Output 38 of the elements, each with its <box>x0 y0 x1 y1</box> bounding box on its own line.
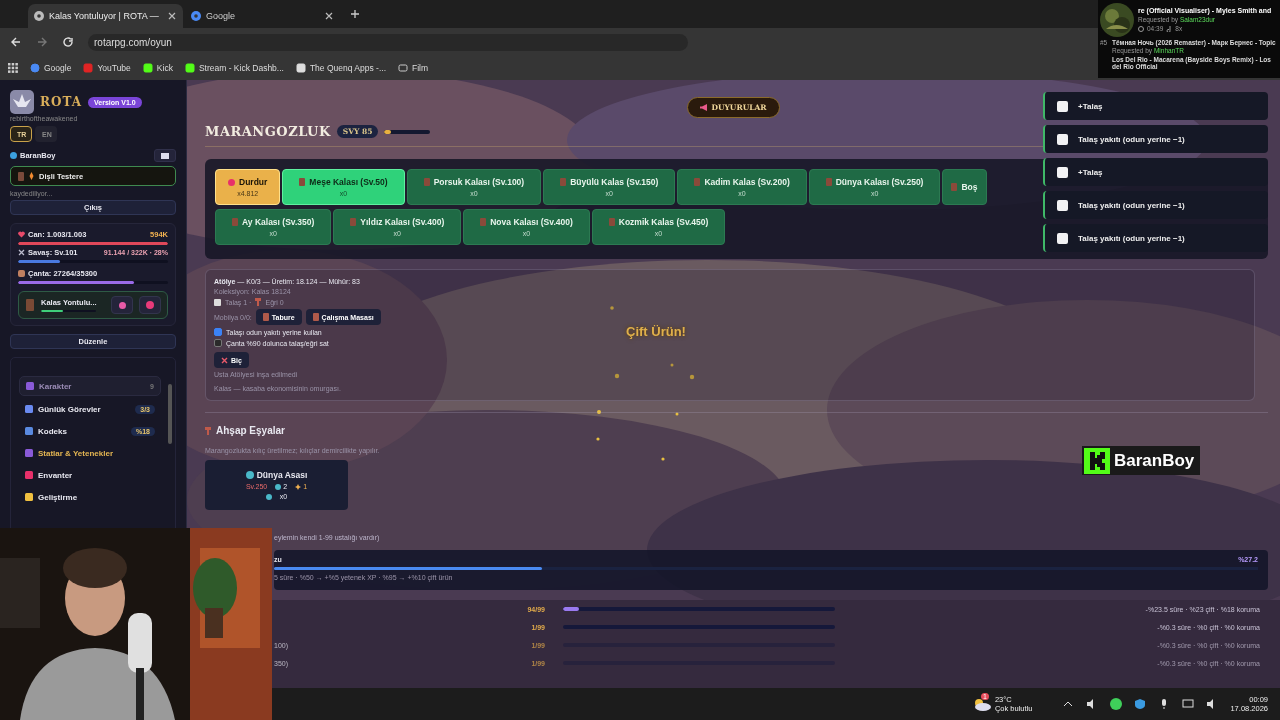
mail-icon <box>161 152 169 159</box>
note-icon <box>1166 25 1173 32</box>
close-icon[interactable] <box>324 11 334 21</box>
apps-grid-icon[interactable] <box>8 63 18 73</box>
bookmark[interactable]: YouTube <box>83 63 131 73</box>
back-icon[interactable] <box>10 36 22 48</box>
scrollbar[interactable] <box>168 384 172 444</box>
browser-tab[interactable]: Kalas Yontuluyor | ROTA — <box>28 4 183 28</box>
status-dot-icon[interactable] <box>1110 698 1123 710</box>
menu-item[interactable]: Statlar & Yetenekler <box>19 444 161 462</box>
browser-tab[interactable]: Google <box>185 4 340 28</box>
log-icon <box>25 298 35 312</box>
crossed-swords-icon <box>18 249 25 256</box>
bookmark[interactable]: Stream - Kick Dashb... <box>184 63 284 73</box>
reload-icon[interactable] <box>62 36 74 48</box>
forward-icon[interactable] <box>36 36 48 48</box>
clock-icon <box>1138 25 1144 32</box>
cloud-icon <box>972 697 991 711</box>
gender-button[interactable] <box>111 296 133 314</box>
mail-button[interactable] <box>154 149 176 162</box>
menu-item[interactable]: Envanter <box>19 466 161 484</box>
log-icon <box>18 171 24 181</box>
circle-icon <box>118 301 126 309</box>
monitor-icon[interactable] <box>1182 698 1195 710</box>
close-icon[interactable] <box>167 11 177 21</box>
stop-button[interactable] <box>139 296 161 314</box>
bookmark[interactable]: Kick <box>142 63 173 73</box>
shield-icon[interactable] <box>1134 698 1147 710</box>
bookmark[interactable]: Google <box>30 63 72 73</box>
bookmark[interactable]: Film <box>398 63 429 73</box>
bookmark[interactable]: The Quenq Apps -... <box>295 63 386 73</box>
address-bar[interactable]: rotarpg.com/oyun <box>88 33 688 51</box>
app-logo: ROTA <box>40 95 82 109</box>
logo-icon <box>10 90 34 114</box>
new-tab-icon[interactable] <box>350 9 360 19</box>
heart-icon <box>18 231 25 238</box>
menu-item[interactable]: Geliştirme <box>19 488 161 506</box>
circle-icon <box>146 301 154 309</box>
